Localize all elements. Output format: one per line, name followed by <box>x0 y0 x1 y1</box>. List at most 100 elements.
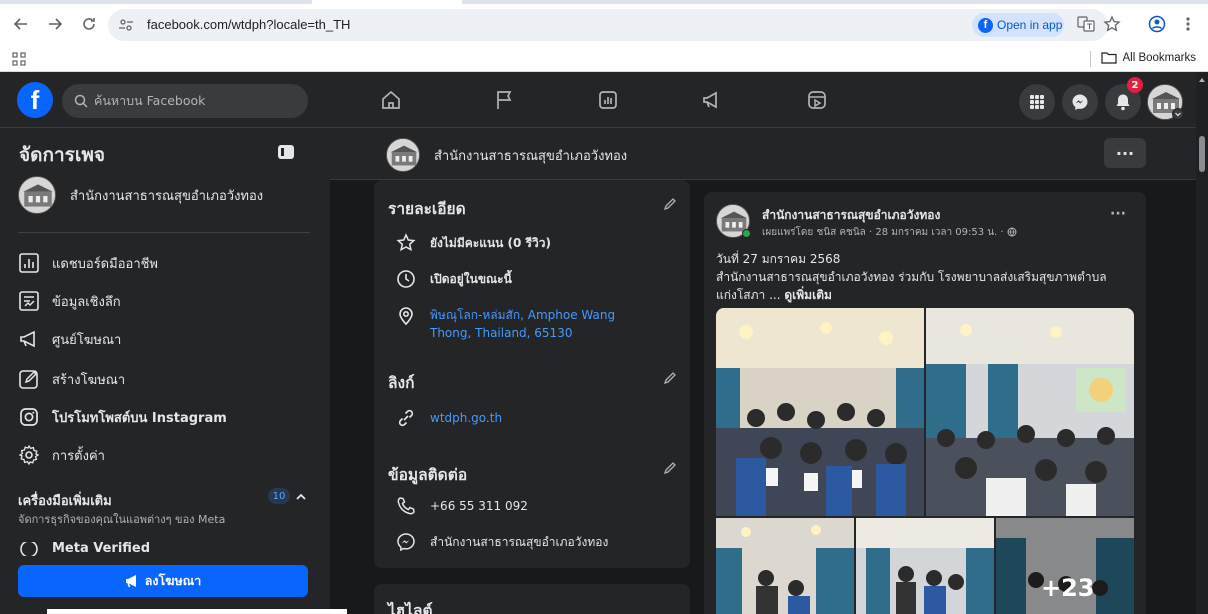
all-bookmarks-label: All Bookmarks <box>1122 51 1197 64</box>
post-photo[interactable] <box>856 518 994 614</box>
sidebar-item-dashboard[interactable]: แดชบอร์ดมืออาชีพ <box>18 252 158 274</box>
globe-icon <box>1007 227 1017 237</box>
post-meta-text: เผยแพร่โดย ชนิส คชนิล · 28 มกราคม เวลา 0… <box>762 227 1004 238</box>
more-tools-title[interactable]: เครื่องมือเพิ่มเติม <box>18 490 112 511</box>
notification-badge: 2 <box>1127 77 1143 93</box>
clock-icon <box>396 269 416 289</box>
flag-icon[interactable] <box>484 84 524 116</box>
open-in-app-button[interactable]: f Open in app <box>972 13 1064 37</box>
more-tools-count-badge: 10 <box>268 488 290 504</box>
address-link[interactable]: พิษณุโลก-หล่มสัก, Amphoe Wang Thong, Tha… <box>430 306 615 342</box>
forward-arrow-icon[interactable] <box>46 15 64 33</box>
page-header-avatar[interactable] <box>386 138 420 172</box>
edit-pencil-icon[interactable] <box>662 196 678 212</box>
account-chevron-icon[interactable] <box>1172 108 1184 120</box>
megaphone-icon <box>18 328 40 350</box>
bookmark-star-icon[interactable] <box>1103 15 1121 33</box>
address-line-2: Thong, Thailand, 65130 <box>430 326 573 340</box>
address-row: พิษณุโลก-หล่มสัก, Amphoe Wang Thong, Tha… <box>396 306 615 342</box>
profile-icon[interactable] <box>1148 15 1166 33</box>
insights-icon <box>18 290 40 312</box>
tab-strip <box>0 0 1208 4</box>
rating-text: ยังไม่มีคะแนน (0 รีวิว) <box>430 236 551 250</box>
translate-icon[interactable] <box>1077 16 1095 32</box>
post-meta: เผยแพร่โดย ชนิส คชนิล · 28 มกราคม เวลา 0… <box>762 225 1017 240</box>
collapse-sidebar-icon[interactable] <box>276 142 296 162</box>
page-header-name[interactable]: สำนักงานสาธารณสุขอำเภอวังทอง <box>434 145 627 166</box>
dashboard-nav-icon[interactable] <box>588 84 628 116</box>
website-link[interactable]: wtdph.go.th <box>430 408 502 428</box>
post-photo[interactable] <box>716 518 854 614</box>
post-photo[interactable] <box>926 308 1134 516</box>
sidebar-page-item[interactable]: สำนักงานสาธารณสุขอำเภอวังทอง <box>18 176 263 214</box>
sidebar-item-label: ศูนย์โฆษณา <box>52 332 122 348</box>
address-line-1: พิษณุโลก-หล่มสัก, Amphoe Wang <box>430 308 616 322</box>
menu-grid-button[interactable] <box>1019 84 1055 120</box>
post-more-button[interactable]: ··· <box>1110 206 1126 222</box>
folder-icon <box>1100 52 1117 64</box>
sidebar-item-meta-verified[interactable]: Meta Verified <box>18 542 150 556</box>
url-text[interactable]: facebook.com/wtdph?locale=th_TH <box>147 17 350 32</box>
chevron-up-icon[interactable] <box>294 490 308 504</box>
post-line-1: วันที่ 27 มกราคม 2568 <box>716 252 841 266</box>
meta-verified-label: Meta Verified <box>52 542 151 556</box>
gear-icon <box>18 444 40 466</box>
menu-dots-icon[interactable] <box>1184 15 1192 33</box>
links-title: ลิงก์ <box>388 374 415 392</box>
edit-pencil-icon[interactable] <box>662 460 678 476</box>
edit-icon <box>18 368 40 390</box>
website-row: wtdph.go.th <box>396 408 502 428</box>
sidebar-item-label: โปรโมทโพสต์บน Instagram <box>52 410 227 426</box>
megaphone-nav-icon[interactable] <box>692 84 732 116</box>
page-scrollbar-thumb[interactable] <box>1199 136 1205 172</box>
sidebar-item-instagram[interactable]: โปรโมทโพสต์บน Instagram <box>18 406 227 428</box>
promote-button[interactable]: ลงโฆษณา <box>18 565 308 597</box>
sidebar-page-name: สำนักงานสาธารณสุขอำเภอวังทอง <box>70 188 264 204</box>
search-input[interactable]: ค้นหาบน Facebook <box>62 84 308 118</box>
facebook-logo[interactable]: f <box>17 82 53 118</box>
back-arrow-icon[interactable] <box>12 15 30 33</box>
messenger-row: สำนักงานสาธารณสุขอำเภอวังทอง <box>396 532 608 552</box>
bookmarks-bar: All Bookmarks <box>0 44 1208 72</box>
post-photo[interactable] <box>716 308 924 516</box>
horizontal-scrollbar[interactable] <box>47 609 347 614</box>
messenger-icon <box>1072 94 1088 110</box>
edit-pencil-icon[interactable] <box>662 370 678 386</box>
home-icon[interactable] <box>371 84 411 116</box>
sidebar-title: จัดการเพจ <box>19 144 106 166</box>
sidebar-item-create-ad[interactable]: สร้างโฆษณา <box>18 368 125 390</box>
sidebar-divider <box>18 232 310 233</box>
instagram-icon <box>18 406 40 428</box>
phone-text[interactable]: +66 55 311 092 <box>430 496 528 516</box>
phone-row: +66 55 311 092 <box>396 496 528 516</box>
browser-toolbar: facebook.com/wtdph?locale=th_TH f Open i… <box>0 0 1208 44</box>
post-line-3: แก่งโสภา ... <box>716 288 781 302</box>
video-icon[interactable] <box>797 84 837 116</box>
details-card: รายละเอียด ยังไม่มีคะแนน (0 รีวิว) เปิดอ… <box>374 180 690 568</box>
page-avatar <box>18 176 56 214</box>
bell-icon <box>1116 94 1130 111</box>
sidebar-item-insights[interactable]: ข้อมูลเชิงลึก <box>18 290 121 312</box>
sidebar-item-ad-center[interactable]: ศูนย์โฆษณา <box>18 328 121 350</box>
online-dot <box>742 229 751 238</box>
more-photos-count[interactable]: +23 <box>1041 574 1095 602</box>
reload-icon[interactable] <box>80 15 98 33</box>
post-author-name[interactable]: สำนักงานสาธารณสุขอำเภอวังทอง <box>762 206 940 225</box>
page-more-button[interactable]: ··· <box>1104 138 1146 168</box>
messenger-text[interactable]: สำนักงานสาธารณสุขอำเภอวังทอง <box>430 532 608 552</box>
apps-grid-icon[interactable] <box>12 52 26 66</box>
post-card: สำนักงานสาธารณสุขอำเภอวังทอง เผยแพร่โดย … <box>704 192 1146 614</box>
site-settings-icon[interactable] <box>118 18 134 32</box>
hours-text: เปิดอยู่ในขณะนี้ <box>430 272 512 286</box>
scroll-up-icon[interactable] <box>1198 76 1206 84</box>
sidebar-item-settings[interactable]: การตั้งค่า <box>18 444 105 466</box>
all-bookmarks-button[interactable]: All Bookmarks <box>1100 51 1197 64</box>
messenger-button[interactable] <box>1062 84 1098 120</box>
dashboard-icon <box>18 252 40 274</box>
active-tab[interactable] <box>312 0 462 4</box>
highlights-title: ไฮไลต์ <box>388 602 433 614</box>
see-more-link[interactable]: ดูเพิ่มเติม <box>784 288 832 302</box>
manage-page-sidebar: จัดการเพจ สำนักงานสาธารณสุขอำเภอวังทอง แ… <box>0 128 347 614</box>
hours-row: เปิดอยู่ในขณะนี้ <box>396 269 512 289</box>
facebook-top-bar: f ค้นหาบน Facebook 2 <box>0 72 1208 128</box>
